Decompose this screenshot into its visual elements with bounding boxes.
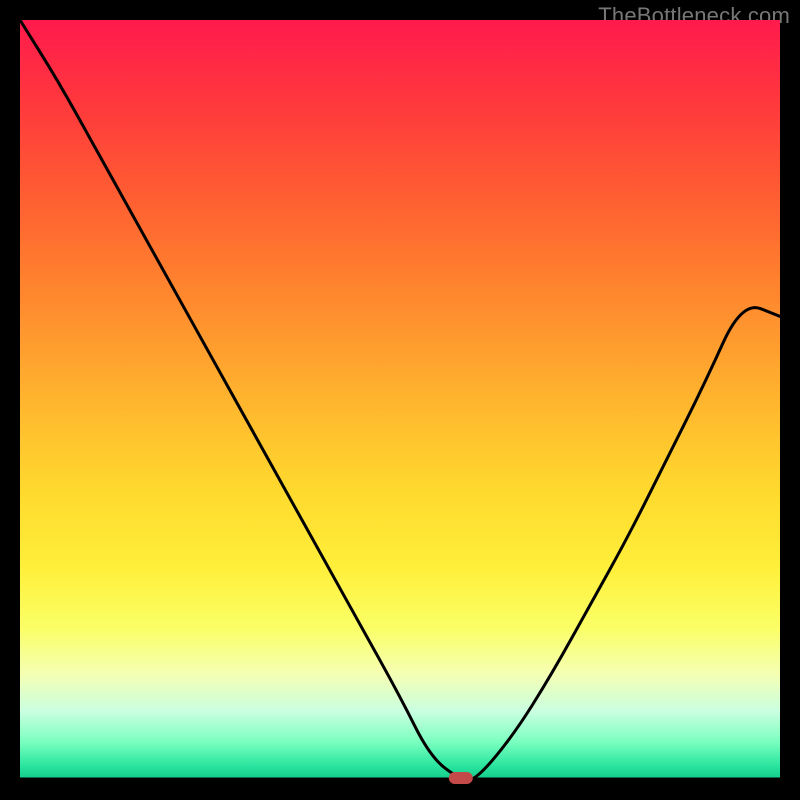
- chart-frame: TheBottleneck.com: [0, 0, 800, 800]
- plot-area: [20, 20, 780, 780]
- optimal-point-marker: [449, 772, 473, 784]
- curve-svg: [20, 20, 780, 780]
- bottleneck-curve: [20, 20, 780, 780]
